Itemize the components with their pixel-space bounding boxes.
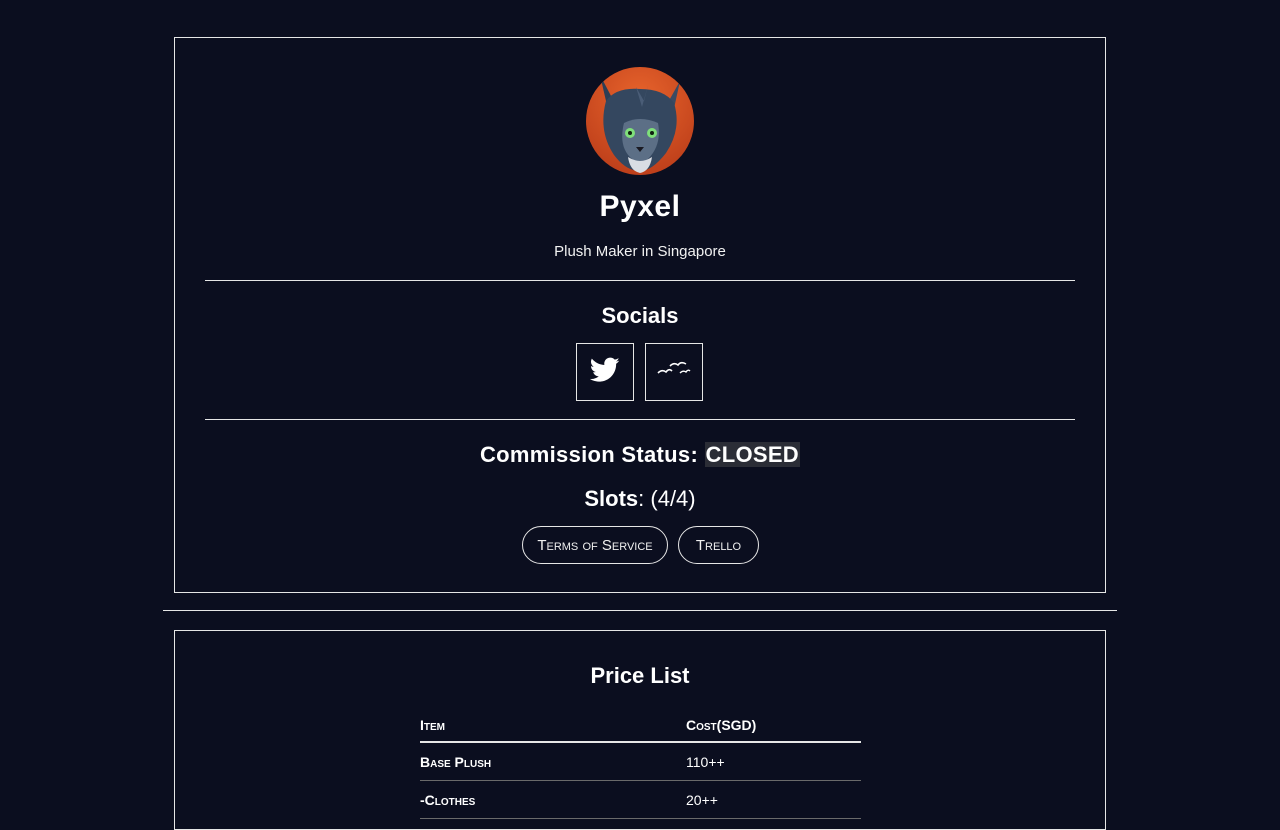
- commission-status: Commission Status: CLOSED: [175, 442, 1105, 468]
- furaffinity-icon: [656, 359, 692, 386]
- furaffinity-button[interactable]: [645, 343, 703, 401]
- socials-title: Socials: [601, 303, 679, 328]
- slots-value: : (4/4): [638, 486, 696, 511]
- price-table: Item Cost(SGD) Base Plush 110++ -Clothes…: [420, 709, 861, 819]
- price-list-card: Price List Item Cost(SGD) Base Plush 110…: [174, 630, 1106, 830]
- header-item: Item: [420, 717, 445, 733]
- table-header: Item Cost(SGD): [420, 709, 861, 743]
- trello-link[interactable]: Trello: [678, 526, 759, 564]
- slots-label: Slots: [584, 486, 639, 511]
- avatar: [586, 67, 694, 175]
- twitter-button[interactable]: [576, 343, 634, 401]
- slots: Slots: (4/4): [175, 486, 1105, 512]
- commission-status-label: Commission Status:: [479, 442, 699, 467]
- row-item: Base Plush: [420, 753, 492, 770]
- profile-name: Pyxel: [599, 190, 681, 223]
- header-cost: Cost(SGD): [686, 717, 757, 733]
- table-row: -Clothes 20++: [420, 781, 861, 819]
- price-list-title: Price List: [590, 663, 690, 688]
- divider: [205, 419, 1075, 420]
- section-divider: [163, 610, 1117, 611]
- commission-status-value: CLOSED: [704, 442, 800, 467]
- table-row: Base Plush 110++: [420, 743, 861, 781]
- twitter-icon: [589, 357, 620, 388]
- divider: [205, 280, 1075, 281]
- profile-card: Pyxel Plush Maker in Singapore Socials C…: [174, 37, 1106, 593]
- row-cost: 110++: [686, 753, 725, 770]
- profile-subtitle: Plush Maker in Singapore: [554, 243, 726, 260]
- terms-of-service-link[interactable]: Terms of Service: [522, 526, 668, 564]
